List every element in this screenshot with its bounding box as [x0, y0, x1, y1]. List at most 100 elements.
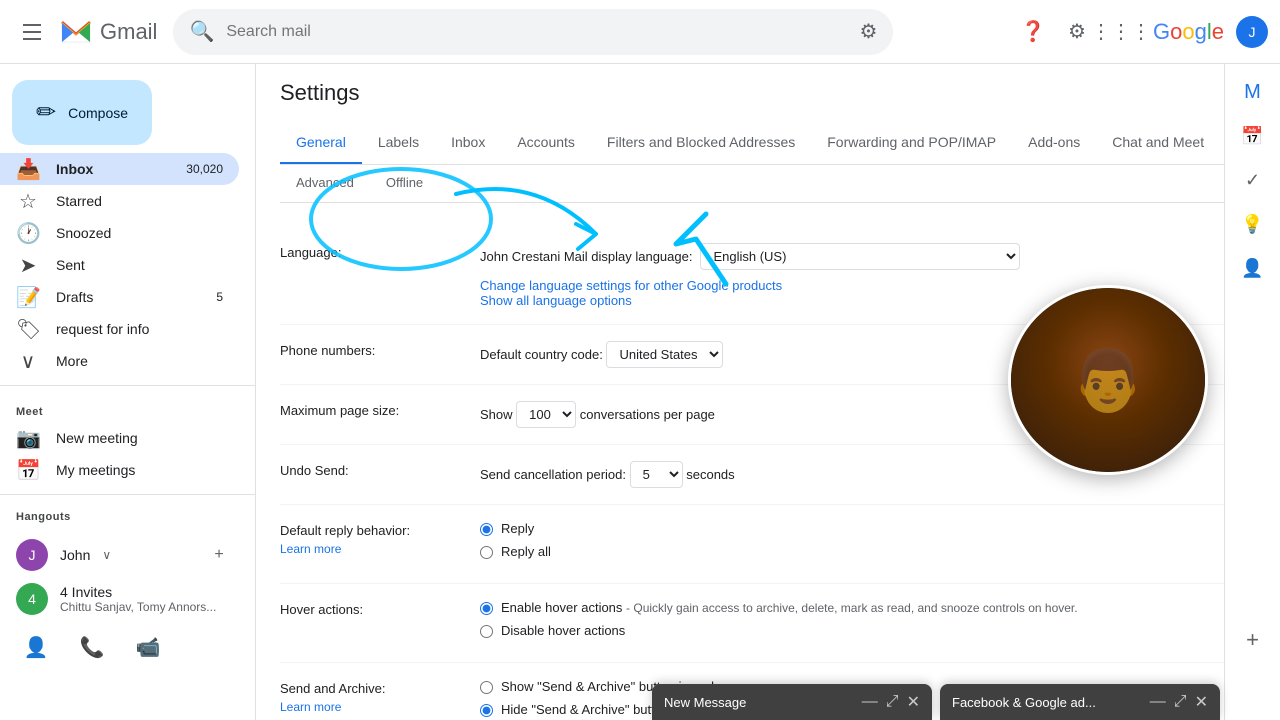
right-panel-gmail-icon[interactable]: M [1233, 72, 1273, 112]
tab-inbox[interactable]: Inbox [435, 122, 501, 164]
reply-radio[interactable] [480, 523, 493, 536]
show-send-archive-radio[interactable] [480, 681, 493, 694]
video-icon: 📷 [16, 426, 40, 451]
my-meetings-label: My meetings [56, 462, 223, 478]
search-bar[interactable]: 🔍 ⚙ [173, 9, 893, 55]
snoozed-icon: 🕐 [16, 221, 40, 246]
tab-chat[interactable]: Chat and Meet [1096, 122, 1220, 164]
sidebar-item-snoozed[interactable]: 🕐 Snoozed [0, 217, 239, 249]
apps-button[interactable]: ⋮⋮⋮ [1101, 12, 1141, 52]
compose-bar-facebook-ad-header[interactable]: Facebook & Google ad... — ⤢ ✕ [940, 684, 1220, 720]
video-pip: 👨 [1008, 285, 1208, 475]
subtab-advanced[interactable]: Advanced [280, 165, 370, 202]
expand-facebook-button[interactable]: ⤢ [1174, 693, 1187, 711]
sidebar-item-starred[interactable]: ☆ Starred [0, 185, 239, 217]
disable-hover-label: Disable hover actions [501, 623, 625, 638]
hangouts-actions: 👤 📞 📹 [16, 619, 239, 675]
sidebar-item-sent[interactable]: ➤ Sent [0, 249, 239, 281]
sidebar-item-inbox-label: Inbox [56, 161, 170, 177]
sidebar-item-drafts[interactable]: 📝 Drafts 5 [0, 281, 239, 313]
close-facebook-button[interactable]: ✕ [1195, 692, 1208, 712]
sidebar-item-inbox[interactable]: 📥 Inbox 30,020 [0, 153, 239, 185]
hangout-video-icon[interactable]: 📹 [128, 627, 168, 667]
compose-bar-new-message-header[interactable]: New Message — ⤢ ✕ [652, 684, 932, 720]
sent-icon: ➤ [16, 253, 40, 278]
compose-button[interactable]: ✏ Compose [12, 80, 152, 145]
close-new-message-button[interactable]: ✕ [907, 692, 920, 712]
sidebar-item-sent-label: Sent [56, 257, 223, 273]
lang-select[interactable]: English (US) [700, 243, 1020, 270]
calendar-icon: 📅 [16, 458, 40, 483]
invite-avatar: 4 [16, 583, 48, 615]
hover-label: Hover actions: [280, 600, 480, 646]
hamburger-icon [23, 24, 41, 40]
hover-value: Enable hover actions - Quickly gain acce… [480, 600, 1256, 646]
pagesize-label: Maximum page size: [280, 401, 480, 428]
settings-tabs: General Labels Inbox Accounts Filters an… [280, 122, 1256, 165]
sidebar-item-request[interactable]: 🏷 request for info [0, 313, 239, 345]
avatar[interactable]: J [1236, 16, 1268, 48]
hangout-user[interactable]: J John ∨ + [16, 531, 239, 579]
minimize-facebook-button[interactable]: — [1150, 693, 1166, 711]
search-filter-icon[interactable]: ⚙ [860, 19, 878, 44]
tab-addons[interactable]: Add-ons [1012, 122, 1096, 164]
reply-learn-more[interactable]: Learn more [280, 542, 480, 556]
undo-select[interactable]: 5 10 20 30 [630, 461, 683, 488]
more-chevron-icon: ∨ [16, 349, 40, 374]
help-button[interactable]: ❓ [1013, 12, 1053, 52]
tab-labels[interactable]: Labels [362, 122, 435, 164]
tab-filters[interactable]: Filters and Blocked Addresses [591, 122, 811, 164]
video-person-silhouette: 👨 [1071, 345, 1146, 416]
undo-label: Undo Send: [280, 461, 480, 488]
gmail-logo[interactable]: Gmail [56, 12, 157, 52]
right-panel-contacts-icon[interactable]: 👤 [1233, 248, 1273, 288]
new-meeting-label: New meeting [56, 430, 223, 446]
hangout-call-icon[interactable]: 📞 [72, 627, 112, 667]
change-lang-link[interactable]: Change language settings for other Googl… [480, 278, 782, 293]
hangout-chevron-icon: ∨ [102, 548, 111, 562]
menu-button[interactable] [12, 12, 52, 52]
pagesize-select[interactable]: 100 25 50 [516, 401, 576, 428]
sidebar-item-request-label: request for info [56, 321, 223, 337]
pagesize-show-label: Show [480, 407, 516, 422]
sidebar-divider-1 [0, 385, 255, 386]
hide-send-archive-radio[interactable] [480, 704, 493, 717]
enable-hover-radio[interactable] [480, 602, 493, 615]
tab-general[interactable]: General [280, 122, 362, 164]
right-panel-add-button[interactable]: + [1233, 620, 1273, 660]
invite-item[interactable]: 4 4 Invites Chittu Sanjav, Tomy Annors..… [16, 579, 239, 619]
sidebar-item-more[interactable]: ∨ More [0, 345, 239, 377]
hangouts-title: Hangouts [16, 511, 239, 523]
settings-title: Settings [280, 80, 1256, 106]
right-panel-calendar-icon[interactable]: 📅 [1233, 116, 1273, 156]
drafts-badge: 5 [216, 290, 223, 304]
hangout-avatar: J [16, 539, 48, 571]
sidebar-item-my-meetings[interactable]: 📅 My meetings [0, 454, 239, 486]
request-icon: 🏷 [16, 317, 40, 342]
tab-forwarding[interactable]: Forwarding and POP/IMAP [811, 122, 1012, 164]
search-icon: 🔍 [189, 19, 214, 44]
send-archive-learn-more[interactable]: Learn more [280, 700, 480, 714]
compose-bars: New Message — ⤢ ✕ Facebook & Google ad..… [652, 684, 1220, 720]
reply-all-radio[interactable] [480, 546, 493, 559]
phone-label: Phone numbers: [280, 341, 480, 368]
enable-hover-label: Enable hover actions - Quickly gain acce… [501, 600, 1078, 615]
disable-hover-radio[interactable] [480, 625, 493, 638]
send-archive-label: Send and Archive: Learn more [280, 679, 480, 720]
right-panel-keep-icon[interactable]: 💡 [1233, 204, 1273, 244]
show-all-lang-link[interactable]: Show all language options [480, 293, 632, 308]
disable-hover-option: Disable hover actions [480, 623, 1256, 638]
add-hangout-button[interactable]: + [199, 535, 239, 575]
subtab-offline[interactable]: Offline [370, 165, 439, 202]
sidebar-item-new-meeting[interactable]: 📷 New meeting [0, 422, 239, 454]
right-panel-tasks-icon[interactable]: ✓ [1233, 160, 1273, 200]
search-input[interactable] [226, 23, 847, 41]
hangout-person-icon[interactable]: 👤 [16, 627, 56, 667]
expand-new-message-button[interactable]: ⤢ [886, 693, 899, 711]
starred-icon: ☆ [16, 189, 40, 214]
tab-accounts[interactable]: Accounts [501, 122, 591, 164]
google-logo: Google [1153, 19, 1224, 45]
right-panel-icons: M 📅 ✓ 💡 👤 + [1224, 64, 1280, 720]
country-code-select[interactable]: United States [606, 341, 723, 368]
minimize-new-message-button[interactable]: — [862, 693, 878, 711]
